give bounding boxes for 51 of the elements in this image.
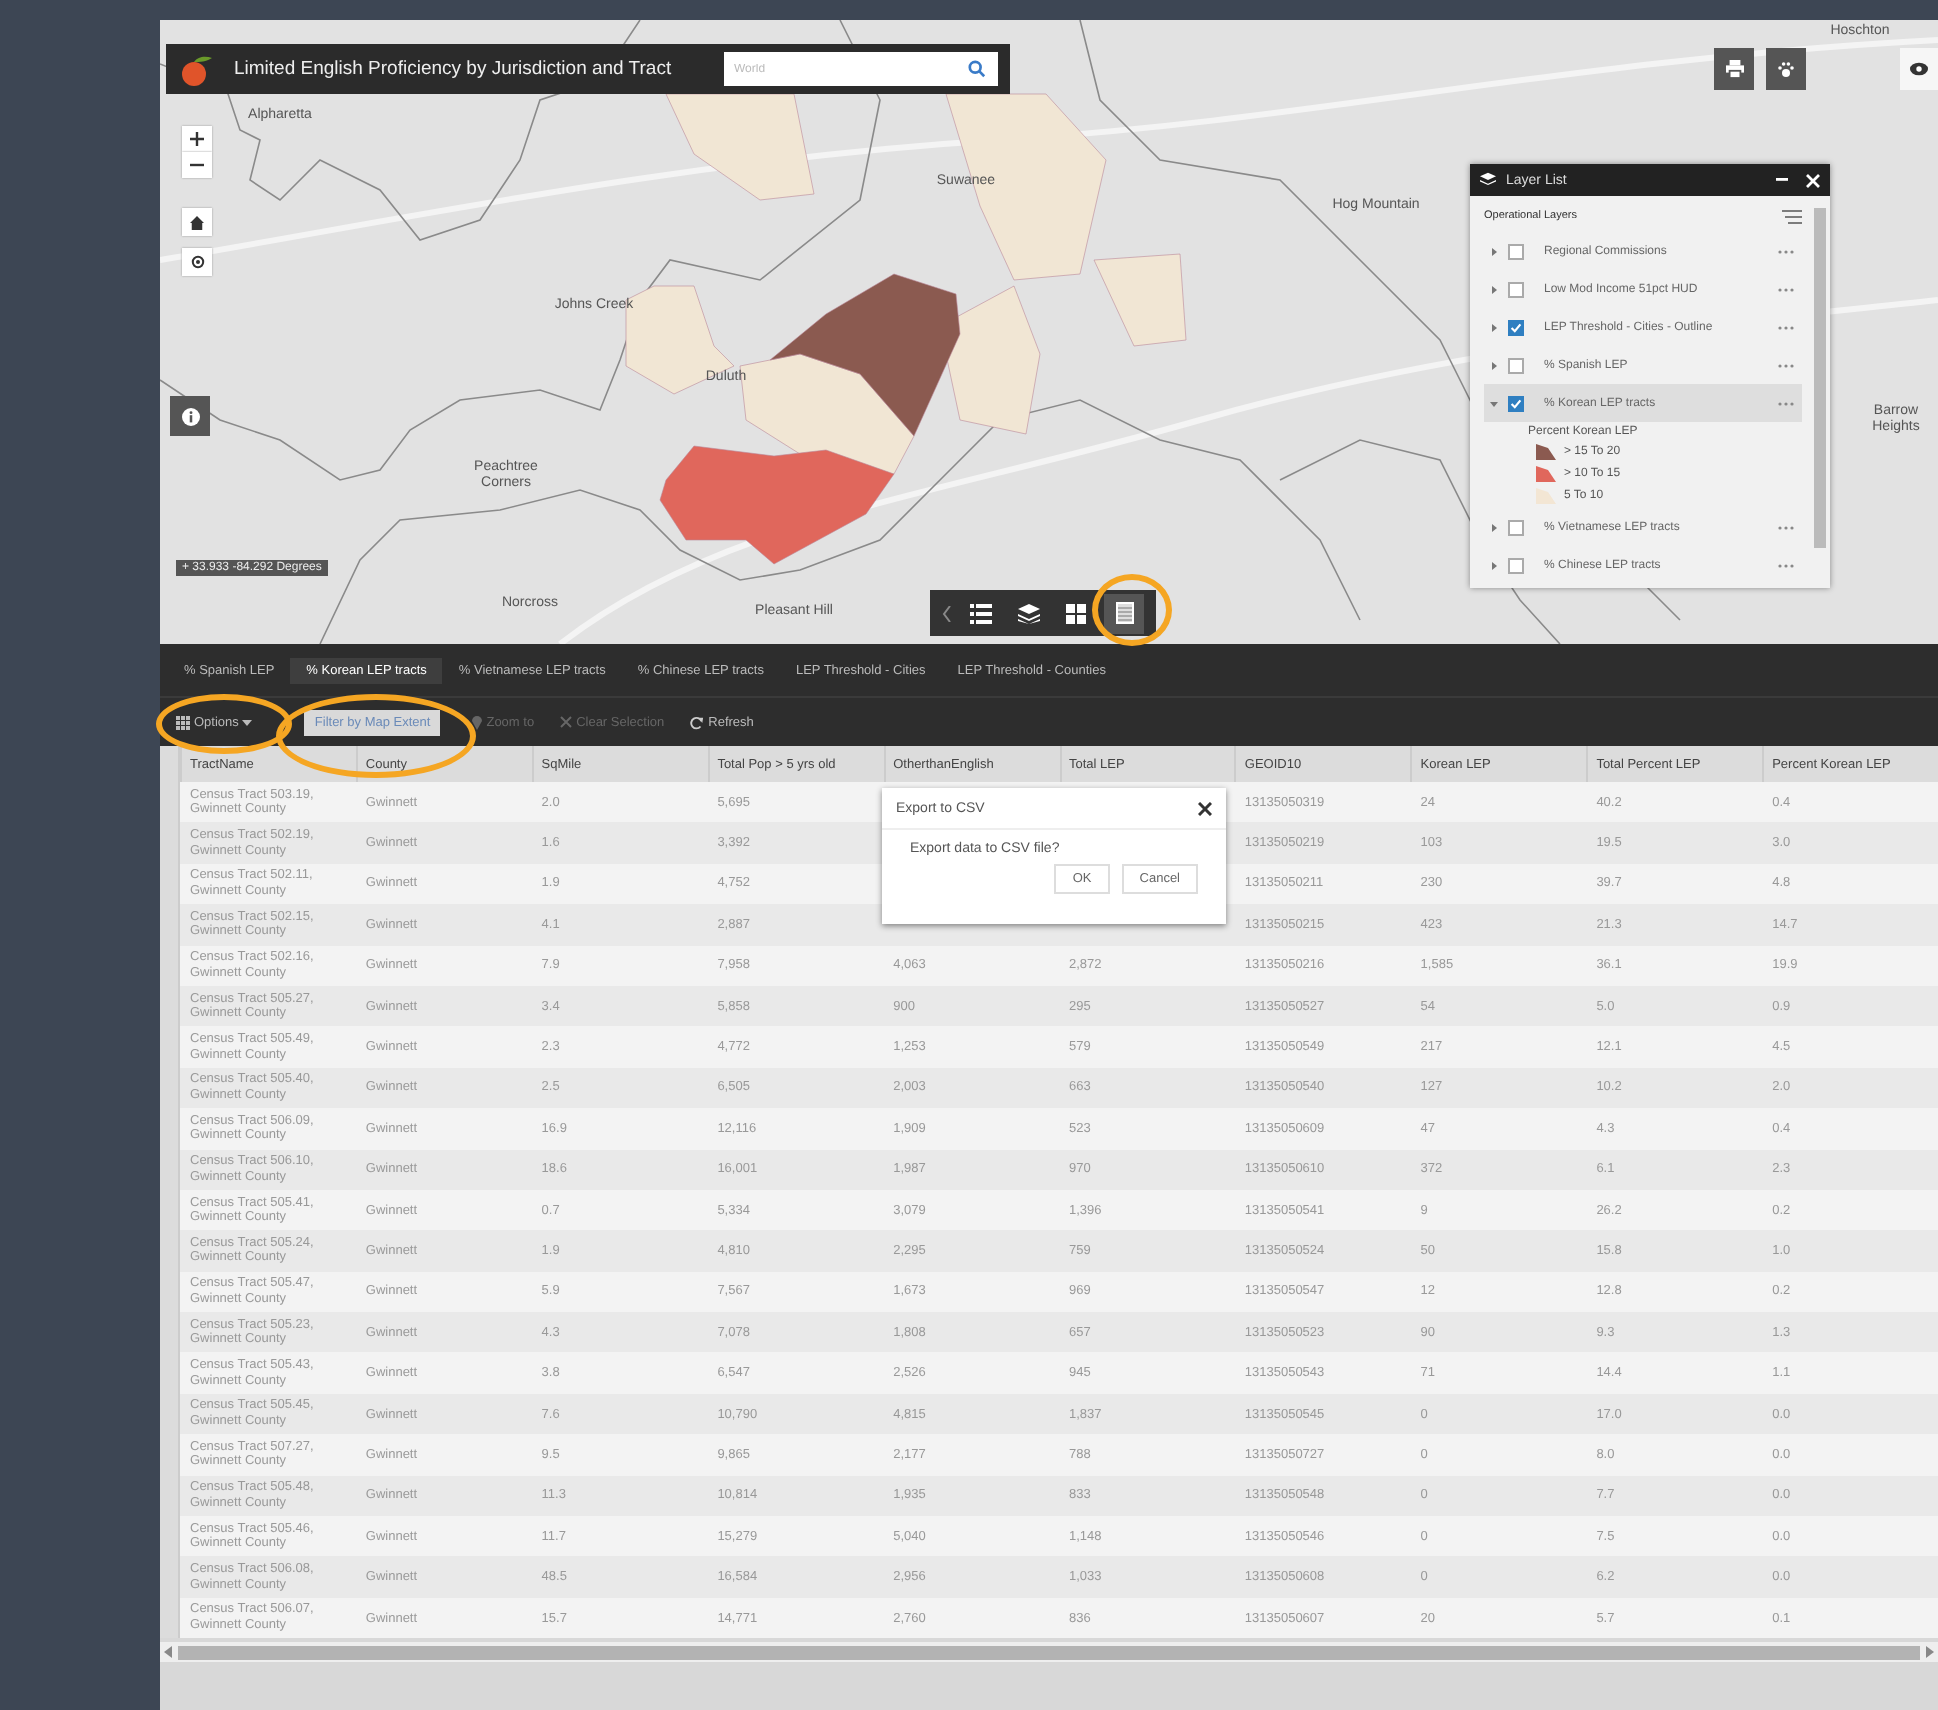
plus-icon[interactable] [190, 132, 204, 146]
scrollbar-thumb[interactable] [178, 1645, 1920, 1660]
grid-icon[interactable] [176, 715, 190, 729]
info-icon[interactable] [181, 407, 199, 425]
target-icon[interactable] [189, 254, 205, 270]
locate-button[interactable] [182, 248, 212, 276]
caret-right-icon[interactable] [1490, 285, 1498, 293]
scroll-left-icon[interactable] [164, 1646, 172, 1659]
minimize-icon[interactable] [1776, 178, 1788, 182]
layer-checkbox[interactable] [1508, 395, 1524, 411]
table-icon[interactable] [1115, 602, 1133, 624]
layer-checkbox[interactable] [1508, 243, 1524, 259]
minus-icon[interactable] [190, 158, 204, 172]
zoom-in-button[interactable] [182, 126, 212, 152]
caret-down-icon[interactable] [1490, 399, 1498, 407]
eye-button[interactable] [1900, 48, 1938, 90]
list-icon[interactable] [969, 603, 991, 623]
caret-right-icon[interactable] [1490, 361, 1498, 369]
print-button[interactable] [1714, 48, 1754, 90]
refresh-icon[interactable] [690, 715, 705, 729]
close-icon[interactable] [1198, 801, 1212, 815]
layer-checkbox[interactable] [1508, 281, 1524, 297]
zoom-out-button[interactable] [182, 152, 212, 178]
caret-down-icon[interactable] [242, 719, 253, 725]
caret-right-icon[interactable] [1490, 247, 1498, 255]
printer-icon[interactable] [1725, 60, 1743, 78]
search-icon[interactable] [968, 60, 986, 78]
layers-icon [1480, 172, 1496, 188]
layer-checkbox[interactable] [1508, 557, 1524, 573]
eye-icon[interactable] [1910, 62, 1928, 76]
info-button[interactable] [170, 396, 210, 436]
caret-right-icon[interactable] [1490, 523, 1498, 531]
scrollbar[interactable] [1814, 208, 1826, 548]
paw-button[interactable] [1766, 48, 1806, 90]
layer-checkbox[interactable] [1508, 357, 1524, 373]
home-icon[interactable] [190, 215, 204, 229]
home-button[interactable] [182, 208, 212, 236]
layer-checkbox[interactable] [1508, 319, 1524, 335]
filter-lines-icon[interactable] [1782, 209, 1802, 223]
highlight-circle [1092, 574, 1172, 646]
chevron-left-icon[interactable] [942, 605, 952, 621]
layer-checkbox[interactable] [1508, 519, 1524, 535]
table-view-button[interactable] [1104, 593, 1144, 633]
layers-icon[interactable] [1017, 603, 1039, 623]
peach-logo-icon [178, 51, 214, 87]
paw-icon[interactable] [1778, 61, 1794, 77]
grid-icon[interactable] [1066, 603, 1086, 623]
caret-right-icon[interactable] [1490, 561, 1498, 569]
app-title: Limited English Proficiency by Jurisdiction and Tract [234, 58, 672, 80]
caret-right-icon[interactable] [1490, 323, 1498, 331]
scroll-right-icon[interactable] [1926, 1646, 1934, 1659]
